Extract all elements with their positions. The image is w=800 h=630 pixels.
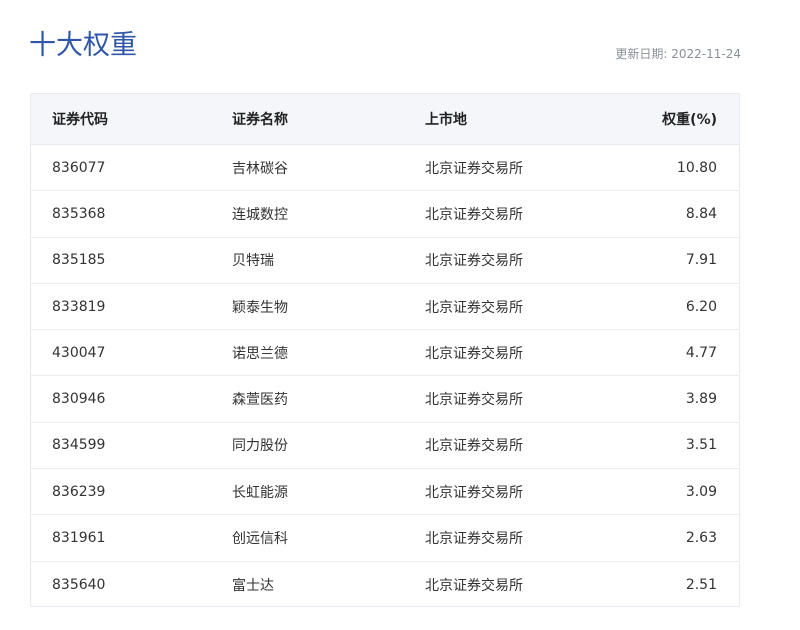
weight-value: 2.51 bbox=[685, 576, 717, 593]
security-code: 830946 bbox=[52, 391, 106, 408]
security-name: 创远信科 bbox=[232, 531, 288, 548]
listing-place: 北京证券交易所 bbox=[425, 160, 523, 177]
weight-value: 4.77 bbox=[685, 344, 717, 361]
security-name: 连城数控 bbox=[232, 206, 288, 223]
security-code: 834599 bbox=[52, 437, 106, 454]
table-row: 830946 森萱医药 北京证券交易所 3.89 bbox=[31, 376, 739, 423]
table-body: 836077 吉林碳谷 北京证券交易所 10.80 835368 连城数控 北京… bbox=[31, 145, 739, 606]
security-code: 835185 bbox=[52, 252, 106, 269]
table-row: 835185 贝特瑞 北京证券交易所 7.91 bbox=[31, 238, 739, 284]
weight-value: 3.09 bbox=[685, 483, 717, 500]
listing-place: 北京证券交易所 bbox=[425, 206, 523, 223]
column-header-code: 证券代码 bbox=[52, 112, 108, 128]
table-header-row: 证券代码 证券名称 上市地 权重(%) bbox=[31, 94, 739, 145]
listing-place: 北京证券交易所 bbox=[425, 253, 523, 270]
listing-place: 北京证券交易所 bbox=[425, 438, 523, 455]
security-name: 森萱医药 bbox=[232, 392, 288, 409]
table-row: 834599 同力股份 北京证券交易所 3.51 bbox=[31, 423, 739, 470]
security-code: 833819 bbox=[52, 298, 106, 315]
weight-value: 3.89 bbox=[685, 391, 717, 408]
table-row: 833819 颖泰生物 北京证券交易所 6.20 bbox=[31, 284, 739, 331]
security-name: 诺思兰德 bbox=[232, 345, 288, 362]
security-code: 831961 bbox=[52, 530, 106, 547]
listing-place: 北京证券交易所 bbox=[425, 484, 523, 501]
table-row: 831961 创远信科 北京证券交易所 2.63 bbox=[31, 515, 739, 562]
table-row: 836239 长虹能源 北京证券交易所 3.09 bbox=[31, 469, 739, 516]
weight-value: 3.51 bbox=[685, 437, 717, 454]
table-row: 835368 连城数控 北京证券交易所 8.84 bbox=[31, 191, 739, 238]
security-name: 贝特瑞 bbox=[232, 253, 274, 270]
security-code: 430047 bbox=[52, 344, 106, 361]
weight-value: 2.63 bbox=[685, 530, 717, 547]
security-name: 同力股份 bbox=[232, 438, 288, 455]
listing-place: 北京证券交易所 bbox=[425, 345, 523, 362]
listing-place: 北京证券交易所 bbox=[425, 531, 523, 548]
table-row: 430047 诺思兰德 北京证券交易所 4.77 bbox=[31, 330, 739, 377]
column-header-listing-place: 上市地 bbox=[425, 112, 467, 128]
security-name: 吉林碳谷 bbox=[232, 160, 288, 177]
listing-place: 北京证券交易所 bbox=[425, 392, 523, 409]
column-header-weight: 权重(%) bbox=[662, 112, 717, 128]
page-title: 十大权重 bbox=[29, 30, 137, 61]
update-date: 更新日期: 2022-11-24 bbox=[615, 47, 741, 61]
listing-place: 北京证券交易所 bbox=[425, 577, 523, 594]
weight-value: 7.91 bbox=[685, 252, 717, 269]
table-row: 836077 吉林碳谷 北京证券交易所 10.80 bbox=[31, 145, 739, 192]
header: 十大权重 更新日期: 2022-11-24 bbox=[29, 24, 741, 68]
security-code: 836239 bbox=[52, 483, 106, 500]
security-code: 835640 bbox=[52, 576, 106, 593]
security-code: 836077 bbox=[52, 159, 106, 176]
security-name: 富士达 bbox=[232, 577, 274, 594]
top-ten-weights-table: 证券代码 证券名称 上市地 权重(%) 836077 吉林碳谷 北京证券交易所 … bbox=[30, 93, 740, 607]
listing-place: 北京证券交易所 bbox=[425, 299, 523, 316]
weight-value: 6.20 bbox=[685, 298, 717, 315]
security-name: 颖泰生物 bbox=[232, 299, 288, 316]
security-name: 长虹能源 bbox=[232, 484, 288, 501]
column-header-name: 证券名称 bbox=[232, 112, 288, 128]
weight-value: 8.84 bbox=[685, 205, 717, 222]
weight-value: 10.80 bbox=[676, 159, 717, 176]
security-code: 835368 bbox=[52, 205, 106, 222]
table-row: 835640 富士达 北京证券交易所 2.51 bbox=[31, 562, 739, 606]
